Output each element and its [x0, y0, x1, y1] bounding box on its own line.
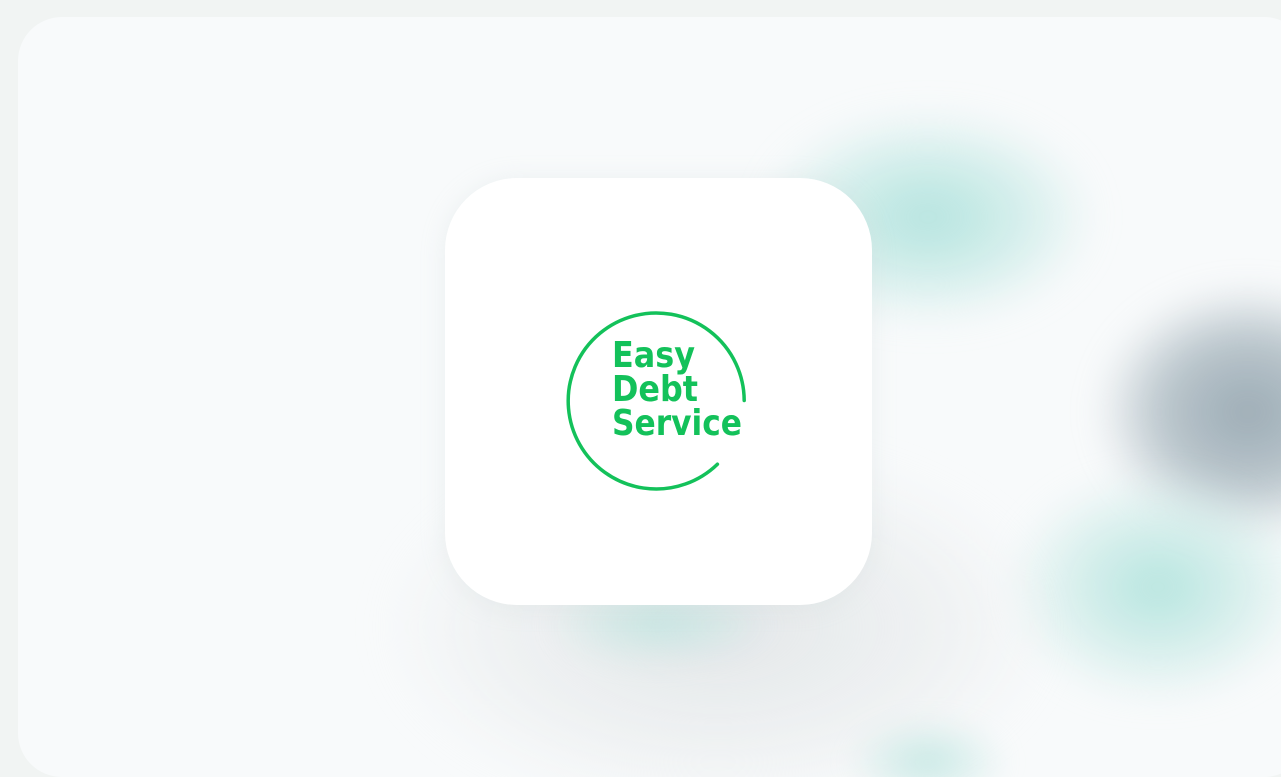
decorative-blob: [1008, 472, 1281, 702]
brand-name-line3: Service: [612, 403, 742, 444]
brand-logo: Easy Debt Service: [566, 311, 746, 491]
decorative-blob: [1098, 287, 1281, 537]
decorative-blob: [848, 717, 1008, 777]
logo-card: Easy Debt Service: [445, 178, 872, 605]
